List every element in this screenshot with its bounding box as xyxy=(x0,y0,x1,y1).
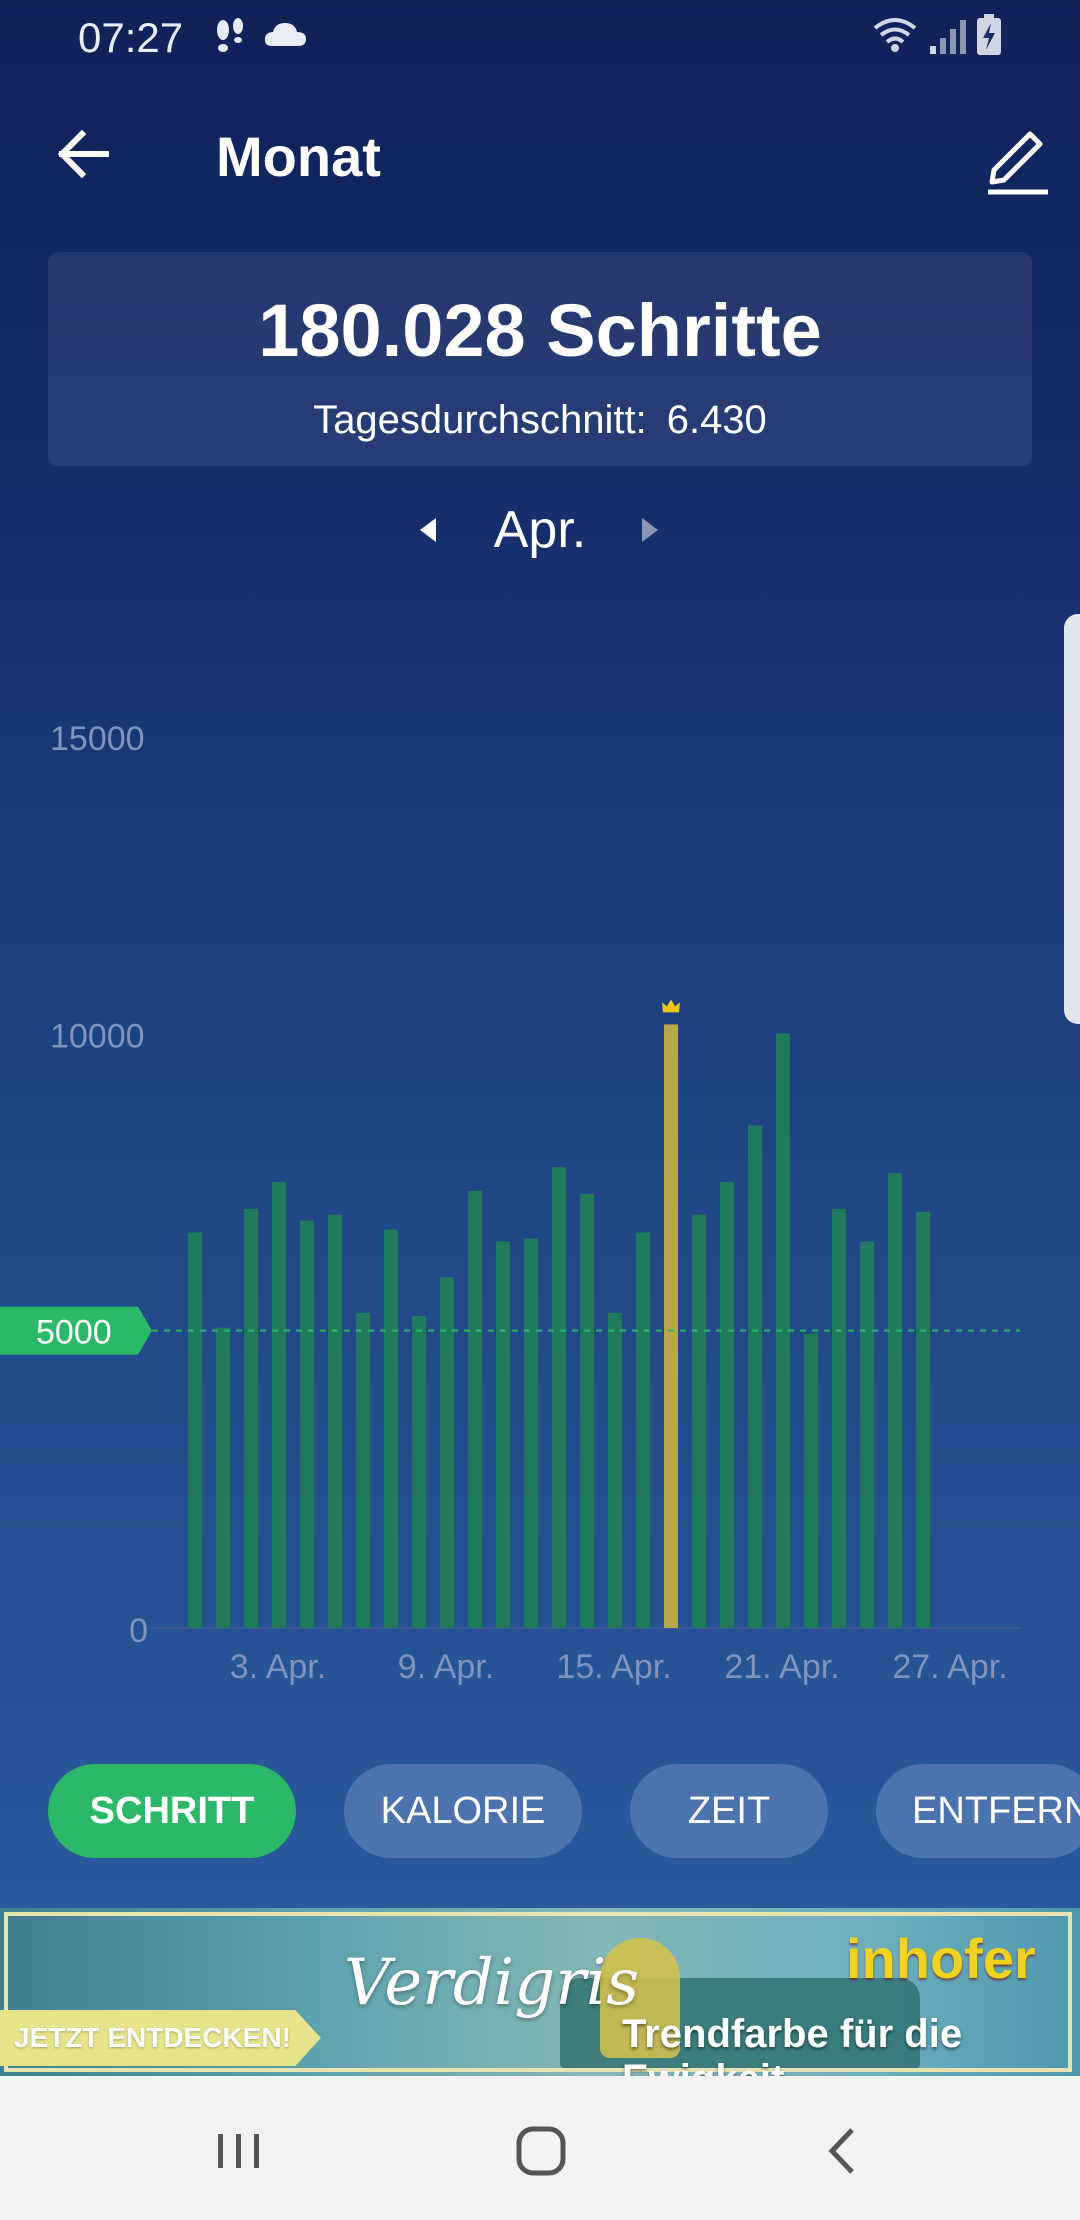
page-title: Monat xyxy=(216,125,381,188)
battery-charging-icon xyxy=(977,14,1001,55)
bar xyxy=(412,1315,426,1628)
crown-icon xyxy=(662,999,680,1013)
bar xyxy=(328,1214,342,1628)
bar xyxy=(524,1238,538,1628)
bar xyxy=(720,1182,734,1628)
bar-highlight xyxy=(664,1024,678,1628)
bar xyxy=(496,1241,510,1628)
bar xyxy=(636,1232,650,1628)
bar xyxy=(608,1312,622,1628)
tab-entfernung[interactable]: ENTFERN xyxy=(876,1764,1080,1858)
bar xyxy=(580,1193,594,1628)
metric-tabs: SCHRITT KALORIE ZEIT ENTFERN xyxy=(0,1764,1080,1860)
daily-average-label: Tagesdurchschnitt: xyxy=(313,398,647,442)
y-tick-label: 0 xyxy=(129,1612,148,1650)
x-tick-label: 27. Apr. xyxy=(892,1648,1007,1686)
total-steps: 180.028 Schritte xyxy=(258,289,822,372)
tab-zeit[interactable]: ZEIT xyxy=(630,1764,828,1858)
status-bar: 07:27 xyxy=(0,0,1080,72)
x-tick-label: 15. Apr. xyxy=(556,1648,671,1686)
bar xyxy=(916,1211,930,1628)
month-label: Apr. xyxy=(493,501,587,559)
recent-apps-icon[interactable] xyxy=(204,2116,274,2186)
x-tick-label: 21. Apr. xyxy=(724,1648,839,1686)
month-navigation: Apr. xyxy=(0,490,1080,570)
bar xyxy=(804,1333,818,1628)
back-arrow-icon[interactable] xyxy=(44,114,124,194)
bar xyxy=(748,1125,762,1628)
tab-schritt[interactable]: SCHRITT xyxy=(48,1764,296,1858)
bar xyxy=(832,1208,846,1628)
steps-icon xyxy=(217,18,243,52)
next-month-icon[interactable] xyxy=(632,512,668,548)
bar xyxy=(888,1173,902,1628)
ad-brand-logo: inhofer xyxy=(846,1927,1036,1990)
cloud-icon xyxy=(264,23,306,46)
goal-label: 5000 xyxy=(36,1314,112,1352)
ad-script-text: Verdigris xyxy=(344,1946,640,2020)
app-bar: Monat xyxy=(0,100,1080,220)
home-icon[interactable] xyxy=(506,2116,576,2186)
daily-average-value: 6.430 xyxy=(666,398,767,442)
x-tick-label: 3. Apr. xyxy=(230,1648,326,1686)
status-time: 07:27 xyxy=(78,14,184,61)
y-tick-label: 10000 xyxy=(50,1017,145,1055)
bar xyxy=(384,1229,398,1628)
ad-tagline: Trendfarbe für die Ewigkeit xyxy=(622,2012,963,2076)
y-tick-label: 15000 xyxy=(50,720,145,758)
bar xyxy=(468,1190,482,1628)
steps-bar-chart: 0 10000 15000 5000 3. Apr. 9. Apr. 15. Apr. 21.… xyxy=(0,720,1020,1686)
daily-average: Tagesdurchschnitt: 6.430 xyxy=(48,398,1032,443)
ad-banner[interactable]: JETZT ENTDECKEN! Verdigris inhofer Trend… xyxy=(0,1908,1080,2076)
bar xyxy=(272,1182,286,1628)
system-nav-bar xyxy=(0,2076,1080,2220)
steps-chart: 0 10000 15000 5000 3. Apr. 9. Apr. 15. Apr. 21.… xyxy=(0,680,1080,1700)
pencil-icon[interactable] xyxy=(980,118,1060,198)
bar xyxy=(188,1232,202,1628)
summary-card: 180.028 Schritte Tagesdurchschnitt: 6.430 xyxy=(48,252,1032,466)
ad-cta[interactable]: JETZT ENTDECKEN! xyxy=(0,2010,321,2066)
bar xyxy=(692,1214,706,1628)
bar xyxy=(552,1167,566,1628)
tab-kalorie[interactable]: KALORIE xyxy=(344,1764,582,1858)
bar xyxy=(356,1312,370,1628)
bar xyxy=(244,1208,258,1628)
back-icon[interactable] xyxy=(808,2116,878,2186)
app-screen: 07:27 Monat 180.028 Schritte Tagesdurchs… xyxy=(0,0,1080,1908)
bar xyxy=(860,1241,874,1628)
x-tick-label: 9. Apr. xyxy=(398,1648,494,1686)
bar xyxy=(300,1220,314,1628)
signal-icon xyxy=(930,20,966,54)
wifi-icon xyxy=(873,18,917,52)
bar xyxy=(216,1327,230,1628)
